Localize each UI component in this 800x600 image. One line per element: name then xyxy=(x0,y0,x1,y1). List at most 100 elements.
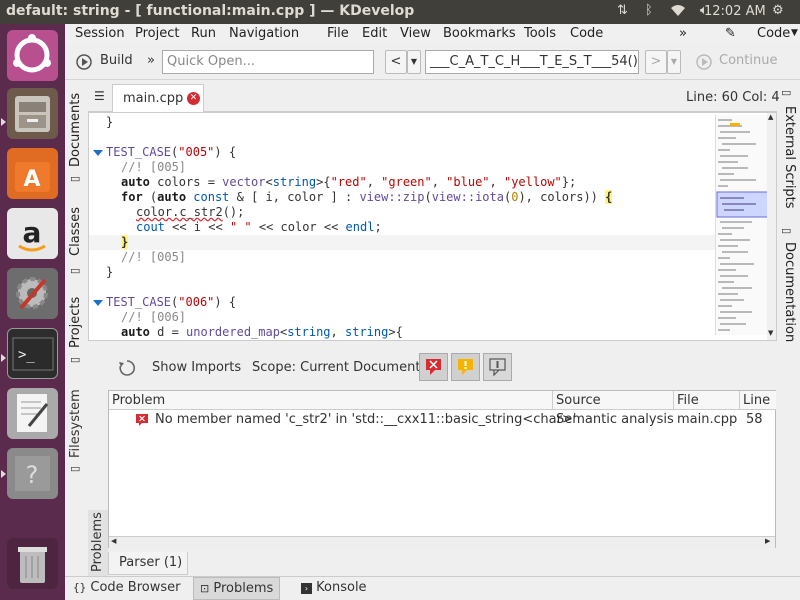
column-header-line[interactable]: Line xyxy=(740,391,776,410)
quick-open-input[interactable]: Quick Open... xyxy=(162,50,374,74)
forward-button[interactable]: > xyxy=(645,50,667,74)
code-token: << color << xyxy=(251,220,346,234)
code-token: TEST_CASE xyxy=(106,145,172,159)
menubar: Session Project Run Navigation File Edit… xyxy=(65,24,800,44)
code-token: unordered_map xyxy=(186,325,280,339)
tab-external-scripts[interactable]: ▭ External Scripts xyxy=(777,84,800,209)
amazon-icon[interactable]: a xyxy=(7,208,58,259)
terminal-icon[interactable]: >_ xyxy=(7,328,58,379)
code-token: } xyxy=(121,235,129,249)
code-editor[interactable]: } TEST_CASE("005") {//! [005] auto colors … xyxy=(88,112,777,341)
code-token: "yellow" xyxy=(503,175,562,189)
tab-problems-vertical[interactable]: Problems xyxy=(88,510,108,576)
code-token: ) { xyxy=(214,295,237,309)
right-toolview-bar: ▭ External Scripts ▭ Documentation xyxy=(777,82,800,574)
tab-konsole[interactable]: › Konsole xyxy=(295,577,373,600)
chevron-down-icon[interactable]: ▼ xyxy=(791,28,798,38)
column-header-source[interactable]: Source xyxy=(553,391,674,410)
network-sort-icon[interactable]: ⇅ xyxy=(617,3,628,18)
code-token: auto xyxy=(121,175,150,189)
filter-hints-button[interactable] xyxy=(483,353,512,381)
problems-icon: ⊡ xyxy=(200,582,210,595)
continue-icon xyxy=(696,54,712,70)
menu-session[interactable]: Session xyxy=(75,26,125,41)
forward-history-dropdown-icon[interactable]: ▼ xyxy=(667,50,681,74)
software-center-icon[interactable]: A xyxy=(7,148,58,199)
unity-launcher: A a >_ ? xyxy=(0,24,65,600)
filter-errors-button[interactable] xyxy=(419,353,448,381)
table-hscrollbar[interactable]: ◀ ▶ xyxy=(109,536,775,548)
scroll-down-icon[interactable]: ▼ xyxy=(768,329,773,337)
code-token: }; xyxy=(561,175,577,189)
document-list-icon[interactable]: ☰ xyxy=(94,89,105,103)
build-icon xyxy=(76,54,92,70)
scroll-right-icon[interactable]: ▶ xyxy=(765,537,770,545)
bluetooth-icon[interactable]: ᛒ xyxy=(645,3,653,18)
code-token: , xyxy=(489,175,504,189)
menu-code[interactable]: Code xyxy=(570,26,603,41)
konsole-icon: › xyxy=(301,583,312,594)
tab-code-browser[interactable]: {} Code Browser xyxy=(67,577,186,600)
code-line: auto colors = vector<string>{"red", "gre… xyxy=(89,175,717,190)
tab-main-cpp[interactable]: main.cpp ✕ xyxy=(112,84,204,112)
system-settings-icon[interactable] xyxy=(7,268,58,319)
close-tab-icon[interactable]: ✕ xyxy=(187,92,200,105)
menu-file[interactable]: File xyxy=(327,26,349,41)
code-token: ), colors)) xyxy=(518,190,606,204)
running-indicator xyxy=(1,118,6,126)
text-editor-icon[interactable] xyxy=(7,388,58,439)
tab-documentation[interactable]: ▭ Documentation xyxy=(777,224,800,344)
ubuntu-dash-icon[interactable] xyxy=(7,30,58,81)
tab-filesystem[interactable]: Filesystem ▭ xyxy=(65,380,87,480)
tab-projects[interactable]: Projects ▭ xyxy=(65,296,87,370)
menu-overflow-icon[interactable]: » xyxy=(679,26,687,41)
back-history-dropdown-icon[interactable]: ▼ xyxy=(407,50,421,74)
code-line: //! [006] xyxy=(89,310,717,325)
unknown-app-icon[interactable]: ? xyxy=(7,448,58,499)
code-token: //! [006] xyxy=(121,310,187,324)
code-token: //! [005] xyxy=(121,160,187,174)
show-imports-toggle[interactable]: Show Imports xyxy=(152,360,241,375)
table-row[interactable]: No member named 'c_str2' in 'std::__cxx1… xyxy=(109,410,775,430)
scroll-up-icon[interactable]: ▲ xyxy=(768,113,773,121)
clock[interactable]: 12:02 AM xyxy=(704,4,766,19)
tab-problems[interactable]: ⊡ Problems xyxy=(193,577,281,600)
tab-documents[interactable]: Documents ▭ xyxy=(65,82,87,190)
files-icon[interactable] xyxy=(7,88,58,139)
menu-view[interactable]: View xyxy=(400,26,431,41)
menu-bookmarks[interactable]: Bookmarks xyxy=(443,26,516,41)
menu-project[interactable]: Project xyxy=(135,26,179,41)
code-token: } xyxy=(106,115,114,129)
tab-parser[interactable]: Parser (1) xyxy=(108,552,188,575)
code-token: " " xyxy=(229,220,252,234)
code-token: view::iota xyxy=(431,190,504,204)
scope-dropdown[interactable]: Scope: Current Document ▼ xyxy=(252,360,430,375)
tab-classes[interactable]: Classes ▭ xyxy=(65,204,87,284)
code-token: string xyxy=(287,325,331,339)
menu-run[interactable]: Run xyxy=(191,26,216,41)
code-token: const xyxy=(193,190,230,204)
scroll-left-icon[interactable]: ◀ xyxy=(111,537,116,545)
editor-scrollbar[interactable]: ▲ ▼ xyxy=(767,113,776,340)
trash-icon[interactable] xyxy=(7,538,58,589)
refresh-icon[interactable] xyxy=(118,359,136,377)
filter-warnings-button[interactable] xyxy=(451,353,480,381)
toolbar-overflow-icon[interactable]: » xyxy=(147,53,155,68)
back-button[interactable]: < xyxy=(385,50,407,74)
column-header-file[interactable]: File xyxy=(674,391,740,410)
menu-tools[interactable]: Tools xyxy=(524,26,556,41)
context-browser-field[interactable]: ___C_A_T_C_H___T_E_S_T___54() xyxy=(425,50,639,74)
tab-problems-label: Problems xyxy=(90,512,105,572)
area-switcher-label[interactable]: Code xyxy=(757,26,790,41)
wifi-icon[interactable] xyxy=(670,3,686,21)
menu-navigation[interactable]: Navigation xyxy=(229,26,299,41)
code-token: vector xyxy=(222,175,266,189)
system-gear-icon[interactable]: ⚙ xyxy=(772,3,784,18)
code-token: "red" xyxy=(330,175,367,189)
tab-documents-label: Documents xyxy=(68,92,83,167)
code-token: auto xyxy=(157,190,187,204)
menu-edit[interactable]: Edit xyxy=(362,26,387,41)
documentation-icon: ▭ xyxy=(781,224,792,237)
column-header-problem[interactable]: Problem xyxy=(109,391,553,410)
